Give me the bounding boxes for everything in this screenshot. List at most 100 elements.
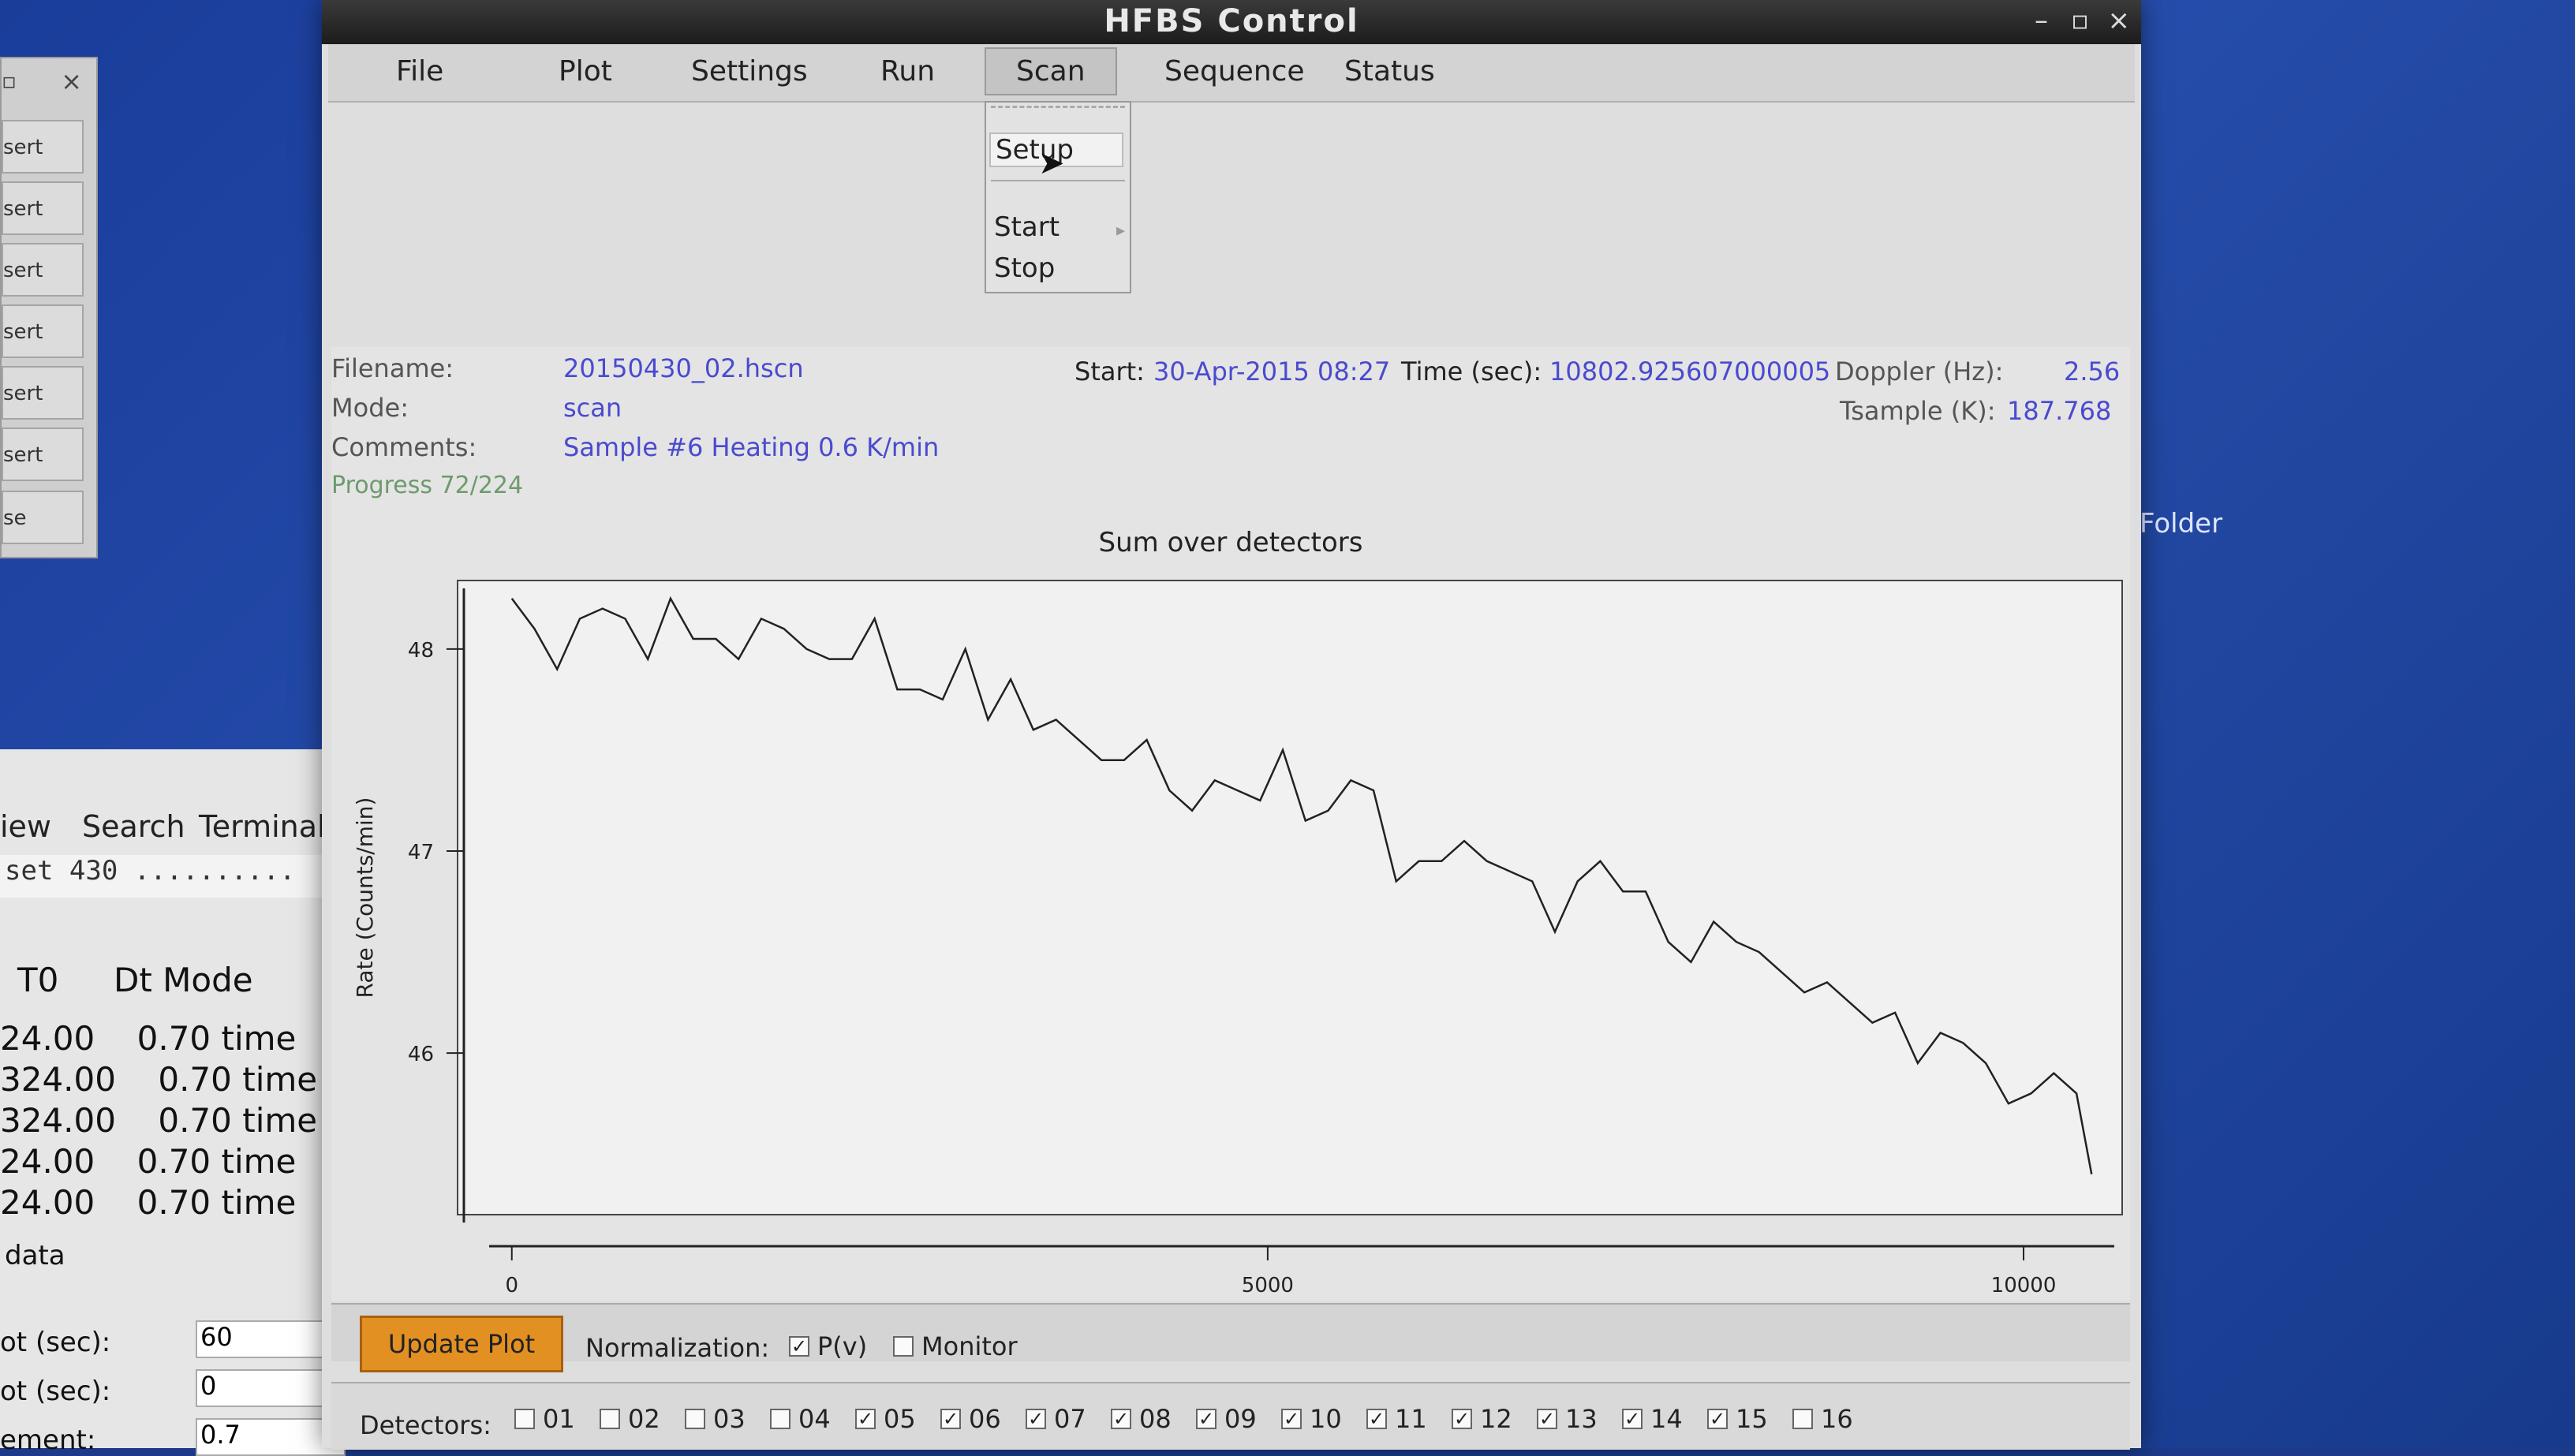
menu-file[interactable]: File xyxy=(388,52,451,91)
detectors-label: Detectors: xyxy=(360,1410,491,1440)
menu-settings[interactable]: Settings xyxy=(683,52,816,91)
time-label: Time (sec): xyxy=(1401,357,1542,386)
detector-checkbox-07[interactable]: ✓ xyxy=(1026,1409,1046,1429)
checkbox-pv[interactable]: ✓ xyxy=(789,1336,809,1357)
maximize-icon[interactable]: ▫ xyxy=(2071,5,2089,36)
detector-label-06: 06 xyxy=(969,1404,1001,1434)
side-button[interactable]: sert xyxy=(2,304,84,358)
menu-scan[interactable]: Scan xyxy=(985,47,1117,95)
detector-checkbox-15[interactable]: ✓ xyxy=(1707,1409,1728,1429)
normalization-bar: Update Plot Normalization: ✓ P(v) Monito… xyxy=(331,1303,2130,1372)
table-row: 24.00 0.70 time xyxy=(0,1142,297,1181)
desktop-folder-label[interactable]: Folder xyxy=(2140,508,2222,539)
x-tick-label: 10000 xyxy=(1991,1274,2057,1297)
detector-label-11: 11 xyxy=(1395,1404,1427,1434)
checkbox-pv-label: P(v) xyxy=(817,1331,868,1361)
comments-label: Comments: xyxy=(331,432,477,462)
table-row: 24.00 0.70 time xyxy=(0,1019,297,1058)
window-title: HFBS Control xyxy=(1104,3,1359,39)
progress-text: Progress 72/224 xyxy=(331,472,524,499)
mouse-cursor-icon: ➤ xyxy=(1038,145,1065,181)
side-button[interactable]: sert xyxy=(2,243,84,297)
detector-checkbox-05[interactable]: ✓ xyxy=(855,1409,876,1429)
detector-checkbox-11[interactable]: ✓ xyxy=(1366,1409,1387,1429)
start-label: Start: xyxy=(1074,357,1145,386)
comments-value: Sample #6 Heating 0.6 K/min xyxy=(563,432,940,462)
y-tick-label: 48 xyxy=(408,639,434,663)
terminal-menu-search[interactable]: Search xyxy=(82,809,185,844)
normalization-label: Normalization: xyxy=(585,1333,770,1363)
terminal-menu-terminal[interactable]: Terminal xyxy=(199,809,326,844)
detector-label-09: 09 xyxy=(1224,1404,1257,1434)
close-icon[interactable]: × xyxy=(2108,5,2131,36)
field-label: ement: xyxy=(0,1424,96,1456)
x-tick-label: 0 xyxy=(505,1274,518,1297)
time-value: 10802.925607000005 xyxy=(1549,357,1831,386)
detector-label-01: 01 xyxy=(543,1404,575,1434)
detector-checkbox-16[interactable] xyxy=(1792,1409,1813,1429)
y-tick-label: 47 xyxy=(408,841,434,864)
detector-label-02: 02 xyxy=(628,1404,660,1434)
mode-label: Mode: xyxy=(331,393,409,423)
terminal-command-line[interactable]: set 430 .......... xyxy=(0,855,331,898)
detector-checkbox-09[interactable]: ✓ xyxy=(1196,1409,1216,1429)
detectors-bar: Detectors: 01 02 03 04 ✓ 05 ✓ 06 ✓ 07 ✓ 08 ✓ 09 ✓ 10 ✓ 11… xyxy=(331,1382,2130,1450)
detector-checkbox-02[interactable] xyxy=(600,1409,620,1429)
background-window-side: ▫ × sert sert sert sert sert sert se xyxy=(0,57,98,558)
detector-checkbox-01[interactable] xyxy=(514,1409,535,1429)
detector-label-13: 13 xyxy=(1565,1404,1598,1434)
scan-info-panel: Filename: 20150430_02.hscn Mode: scan Co… xyxy=(331,347,2130,505)
detector-checkbox-10[interactable]: ✓ xyxy=(1281,1409,1302,1429)
y-tick-label: 46 xyxy=(408,1043,434,1066)
start-value: 30-Apr-2015 08:27 xyxy=(1153,357,1391,386)
tear-off-handle[interactable] xyxy=(991,106,1125,121)
filename-value: 20150430_02.hscn xyxy=(563,353,804,383)
detector-checkbox-14[interactable]: ✓ xyxy=(1622,1409,1643,1429)
menu-run[interactable]: Run xyxy=(873,52,943,91)
menubar: File Plot Settings Run Scan Sequence Sta… xyxy=(328,44,2135,103)
doppler-label: Doppler (Hz): xyxy=(1835,357,2004,386)
tsample-value: 187.768 xyxy=(2007,396,2112,426)
detector-checkbox-03[interactable] xyxy=(685,1409,705,1429)
column-header-dt-mode: Dt Mode xyxy=(114,961,253,999)
tsample-label: Tsample (K): xyxy=(1840,396,1996,426)
table-row: 324.00 0.70 time xyxy=(0,1060,318,1099)
menu-sequence[interactable]: Sequence xyxy=(1157,52,1313,91)
field-label: ot (sec): xyxy=(0,1327,111,1358)
plot-frame xyxy=(457,580,2123,1215)
detector-label-07: 07 xyxy=(1054,1404,1086,1434)
table-row: 324.00 0.70 time xyxy=(0,1101,318,1140)
mode-value: scan xyxy=(563,393,622,423)
detector-checkbox-08[interactable]: ✓ xyxy=(1111,1409,1131,1429)
x-tick-label: 5000 xyxy=(1242,1274,1294,1297)
menu-item-start[interactable]: Start xyxy=(994,211,1060,243)
menu-plot[interactable]: Plot xyxy=(551,52,620,91)
side-button[interactable]: se xyxy=(2,491,84,544)
scan-dropdown-menu: Setup Start ▸ Stop xyxy=(985,101,1131,293)
detector-checkbox-12[interactable]: ✓ xyxy=(1452,1409,1472,1429)
detector-checkbox-06[interactable]: ✓ xyxy=(940,1409,961,1429)
detector-checkbox-13[interactable]: ✓ xyxy=(1537,1409,1557,1429)
update-plot-button[interactable]: Update Plot xyxy=(360,1316,563,1372)
detector-label-12: 12 xyxy=(1480,1404,1512,1434)
side-button[interactable]: sert xyxy=(2,427,84,481)
sum-over-detectors-chart[interactable]: 4647480500010000Time (sec)Rate (Counts/m… xyxy=(331,505,2130,1301)
menu-status[interactable]: Status xyxy=(1336,52,1443,91)
table-row: 24.00 0.70 time xyxy=(0,1183,297,1222)
detector-label-16: 16 xyxy=(1821,1404,1853,1434)
detector-label-03: 03 xyxy=(713,1404,746,1434)
checkbox-monitor[interactable] xyxy=(893,1336,914,1357)
side-button[interactable]: sert xyxy=(2,366,84,420)
menu-item-stop[interactable]: Stop xyxy=(994,252,1055,284)
detector-checkbox-04[interactable] xyxy=(770,1409,790,1429)
terminal-menu-view[interactable]: iew xyxy=(0,809,51,844)
checkbox-monitor-label: Monitor xyxy=(921,1331,1018,1361)
column-header-t0: T0 xyxy=(17,961,59,999)
plot-area: Sum over detectors 4647480500010000Time … xyxy=(331,505,2130,1301)
title-bar[interactable]: HFBS Control – ▫ × xyxy=(322,0,2141,44)
minimize-icon[interactable]: – xyxy=(2035,5,2048,36)
side-button[interactable]: sert xyxy=(2,181,84,235)
side-button[interactable]: sert xyxy=(2,120,84,174)
detector-label-05: 05 xyxy=(884,1404,916,1434)
filename-label: Filename: xyxy=(331,353,454,383)
